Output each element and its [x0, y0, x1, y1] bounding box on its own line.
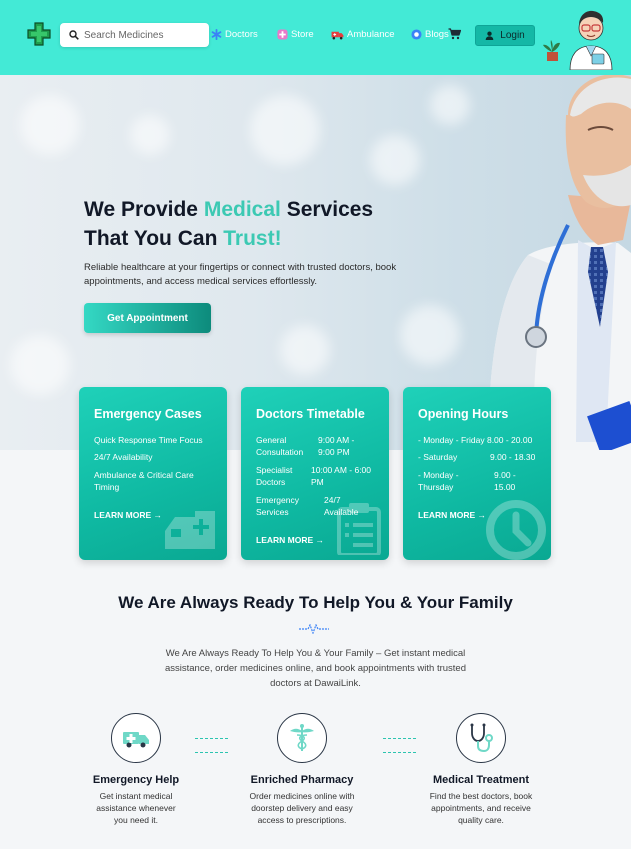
nav-blogs[interactable]: Blogs	[411, 29, 449, 40]
learn-more-link[interactable]: LEARN MORE →	[256, 535, 324, 545]
hero-title: We Provide Medical Services That You Can…	[84, 198, 374, 250]
nav-label: Ambulance	[347, 29, 395, 40]
card-title: Doctors Timetable	[256, 407, 365, 421]
login-label: Login	[500, 30, 525, 41]
hero-description: Reliable healthcare at your fingertips o…	[84, 262, 397, 287]
nav-store[interactable]: Store	[277, 29, 314, 40]
dashed-connector	[195, 738, 228, 739]
feature-title: Medical Treatment	[433, 774, 529, 786]
clipboard-icon	[337, 503, 381, 555]
feature-title: Enriched Pharmacy	[250, 774, 354, 786]
feature-icon-pharmacy	[277, 713, 327, 763]
stethoscope-icon	[470, 723, 493, 753]
feature-title: Emergency Help	[92, 774, 180, 786]
card-emergency-cases: Emergency Cases Quick Response Time Focu…	[79, 387, 227, 560]
feature-description: Get instant medical assistance whenever …	[96, 791, 176, 825]
caduceus-icon	[290, 724, 314, 751]
dashed-connector	[383, 752, 416, 753]
medical-cross-logo-icon[interactable]	[27, 22, 51, 46]
user-icon	[485, 31, 494, 40]
feature-icon-emergency	[111, 713, 161, 763]
doctor-mascot-illustration	[543, 10, 613, 70]
nav-label: Doctors	[225, 29, 258, 40]
feature-description: Order medicines online with doorstep del…	[249, 791, 355, 825]
ambulance-icon	[165, 511, 215, 549]
nav-label: Blogs	[425, 29, 449, 40]
header: Doctors Store Ambulance Blogs Login	[0, 0, 631, 75]
learn-more-link[interactable]: LEARN MORE →	[418, 510, 486, 520]
ambulance-icon	[123, 732, 149, 748]
nav-label: Store	[291, 29, 314, 40]
nav-doctors[interactable]: Doctors	[211, 29, 258, 40]
login-button[interactable]: Login	[475, 25, 535, 46]
card-opening-hours: Opening Hours - Monday - Friday 8.00 - 2…	[403, 387, 551, 560]
clock-icon	[486, 500, 546, 560]
section-title: We Are Always Ready To Help You & Your F…	[118, 593, 513, 612]
asterisk-icon	[211, 29, 222, 40]
card-title: Opening Hours	[418, 407, 509, 421]
ambulance-icon	[331, 31, 344, 40]
nav-ambulance[interactable]: Ambulance	[331, 29, 395, 40]
cart-icon[interactable]	[448, 28, 461, 40]
globe-icon	[411, 29, 422, 40]
get-appointment-button[interactable]: Get Appointment	[84, 303, 211, 333]
heartbeat-divider-icon	[299, 624, 329, 634]
dashed-connector	[383, 738, 416, 739]
plus-circle-icon	[277, 29, 288, 40]
learn-more-link[interactable]: LEARN MORE →	[94, 510, 162, 520]
section-description: We Are Always Ready To Help You & Your F…	[164, 648, 466, 689]
search-icon	[69, 30, 79, 40]
feature-description: Find the best doctors, book appointments…	[429, 791, 533, 825]
dashed-connector	[195, 752, 228, 753]
search-box[interactable]	[60, 23, 209, 47]
card-title: Emergency Cases	[94, 407, 202, 421]
feature-icon-treatment	[456, 713, 506, 763]
search-input[interactable]	[84, 29, 202, 41]
card-doctors-timetable: Doctors Timetable General Consultation 9…	[241, 387, 389, 560]
